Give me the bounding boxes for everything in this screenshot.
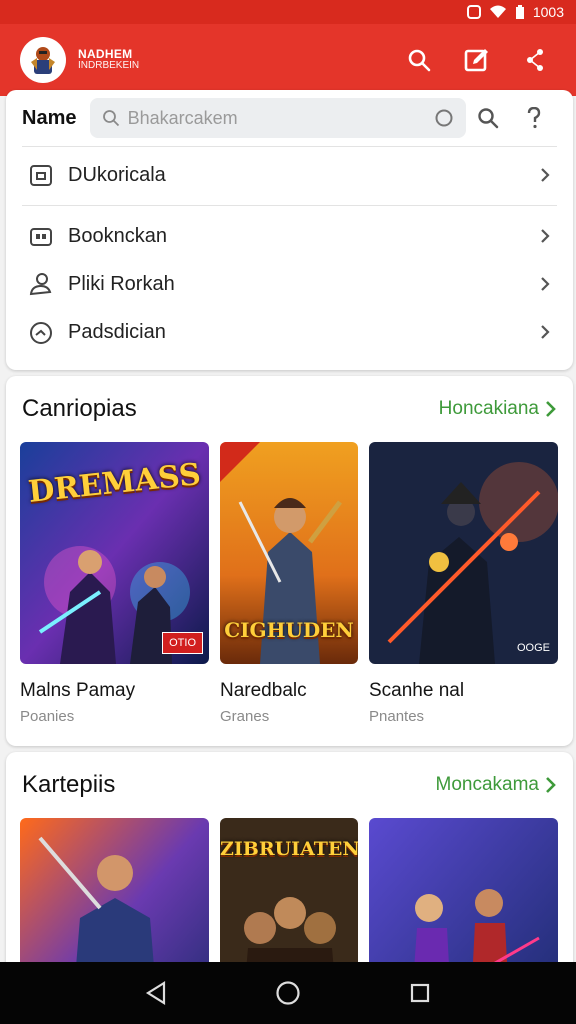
recents-icon xyxy=(410,983,430,1003)
status-bar: 1003 xyxy=(0,0,576,24)
search-row: Name xyxy=(6,90,573,146)
section-card: Canriopias Honcakiana DREMASS OTIO Malns… xyxy=(6,376,573,746)
home-button[interactable] xyxy=(258,968,318,1018)
menu-card: Name DUkoricala Booknckan Pliki R xyxy=(6,90,573,370)
timer-icon xyxy=(26,317,56,347)
chevron-right-icon xyxy=(535,276,555,292)
share-icon xyxy=(527,49,543,71)
see-more-label: Honcakiana xyxy=(438,398,539,419)
menu-item[interactable]: Padsdician xyxy=(6,308,573,356)
appbar-search-button[interactable] xyxy=(390,36,448,84)
app-bar: NADHEM INDRBEKEIN xyxy=(0,24,576,96)
game-tile[interactable]: OOGE Scanhe nal Pnantes xyxy=(369,442,558,725)
search-box[interactable] xyxy=(89,98,466,138)
menu-item-label: Pliki Rorkah xyxy=(68,272,175,295)
back-button[interactable] xyxy=(126,968,186,1018)
chevron-right-icon xyxy=(546,401,556,417)
search-icon xyxy=(478,108,499,129)
game-title: Malns Pamay xyxy=(20,680,136,701)
section-title: Kartepiis xyxy=(22,771,116,798)
brand-subtitle: INDRBEKEIN xyxy=(78,60,140,71)
game-title: Scanhe nal xyxy=(369,680,465,701)
chevron-right-icon xyxy=(535,167,555,183)
search-submit-button[interactable] xyxy=(466,107,512,129)
help-button[interactable] xyxy=(511,107,557,129)
section-title: Canriopias xyxy=(22,395,137,422)
menu-item-label: Padsdician xyxy=(68,320,166,343)
see-more-label: Moncakama xyxy=(435,774,540,795)
status-time: 1003 xyxy=(532,4,564,20)
help-icon xyxy=(527,107,541,129)
game-genre: Granes xyxy=(220,708,270,725)
tile-row: DREMASS OTIO Malns Pamay Poanies CIGHUDE… xyxy=(6,442,573,725)
section-header: Canriopias Honcakiana xyxy=(6,376,573,442)
brand: NADHEM INDRBEKEIN xyxy=(78,48,139,72)
game-cover: DREMASS OTIO xyxy=(20,442,209,664)
appbar-share-button[interactable] xyxy=(506,36,564,84)
see-more-link[interactable]: Honcakiana xyxy=(439,398,557,420)
brand-title: NADHEM xyxy=(78,47,133,61)
search-input[interactable] xyxy=(127,107,434,129)
briefcase-icon xyxy=(26,221,56,251)
menu-item[interactable]: Pliki Rorkah xyxy=(6,260,573,308)
menu-item-label: DUkoricala xyxy=(68,163,166,186)
chevron-right-icon xyxy=(535,228,555,244)
appbar-edit-button[interactable] xyxy=(448,36,506,84)
search-label: Name xyxy=(22,106,77,129)
chevron-right-icon xyxy=(546,777,556,793)
recents-button[interactable] xyxy=(390,968,450,1018)
voice-icon[interactable] xyxy=(434,108,454,128)
menu-item[interactable]: Booknckan xyxy=(6,212,573,260)
see-more-link[interactable]: Moncakama xyxy=(436,774,558,796)
cover-title: ZIBRUIATEN xyxy=(220,838,358,860)
system-nav-bar xyxy=(0,962,576,1024)
menu-item[interactable]: DUkoricala xyxy=(6,147,573,203)
app-logo[interactable] xyxy=(20,37,66,83)
chevron-right-icon xyxy=(535,324,555,340)
user-icon xyxy=(26,269,56,299)
game-tile[interactable]: CIGHUDEN Naredbalc Granes xyxy=(220,442,358,725)
game-title: Naredbalc xyxy=(220,680,307,701)
game-genre: Pnantes xyxy=(369,708,425,725)
cover-badge: OTIO xyxy=(162,632,203,654)
game-cover: CIGHUDEN xyxy=(220,442,358,664)
game-genre: Poanies xyxy=(20,708,75,725)
cover-title: CIGHUDEN xyxy=(224,618,354,642)
battery-icon xyxy=(515,4,524,19)
section-header: Kartepiis Moncakama xyxy=(6,752,573,818)
menu-item-label: Booknckan xyxy=(68,224,167,247)
home-icon xyxy=(276,981,300,1005)
edit-icon xyxy=(464,49,488,72)
search-icon xyxy=(408,49,431,72)
game-cover: OOGE xyxy=(369,442,558,664)
section-card: Kartepiis Moncakama ZIBRUIATEN xyxy=(6,752,573,1024)
back-icon xyxy=(145,981,166,1005)
calendar-icon xyxy=(26,160,56,190)
game-tile[interactable]: DREMASS OTIO Malns Pamay Poanies xyxy=(20,442,209,725)
notification-icon xyxy=(466,5,481,19)
wifi-icon xyxy=(489,5,506,18)
cover-badge: OOGE xyxy=(516,642,550,654)
search-icon xyxy=(102,110,119,127)
